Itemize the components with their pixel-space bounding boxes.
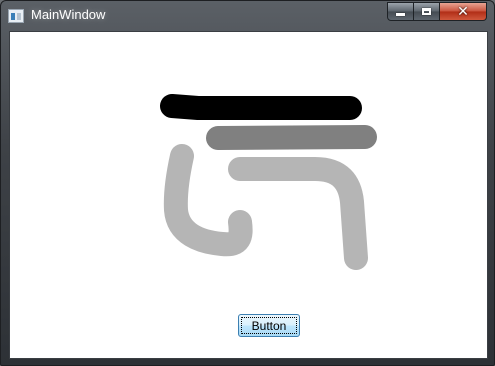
maximize-button[interactable]	[414, 2, 440, 21]
maximize-icon	[422, 8, 431, 15]
main-window: MainWindow ✕ Button	[0, 0, 495, 366]
ink-canvas-area[interactable]: Button	[9, 31, 488, 359]
caption-buttons: ✕	[387, 2, 487, 21]
minimize-button[interactable]	[387, 2, 414, 21]
window-title: MainWindow	[31, 7, 106, 22]
app-window-icon[interactable]	[8, 9, 24, 23]
ink-stroke-black	[160, 94, 362, 120]
close-icon: ✕	[457, 3, 469, 20]
ink-canvas[interactable]	[10, 32, 487, 358]
title-bar[interactable]: MainWindow ✕	[1, 1, 494, 31]
ink-stroke-dark-gray	[206, 125, 377, 150]
ink-stroke-light-gray-right	[228, 157, 368, 270]
button[interactable]: Button	[238, 314, 300, 337]
minimize-icon	[396, 13, 405, 16]
close-button[interactable]: ✕	[440, 2, 487, 21]
